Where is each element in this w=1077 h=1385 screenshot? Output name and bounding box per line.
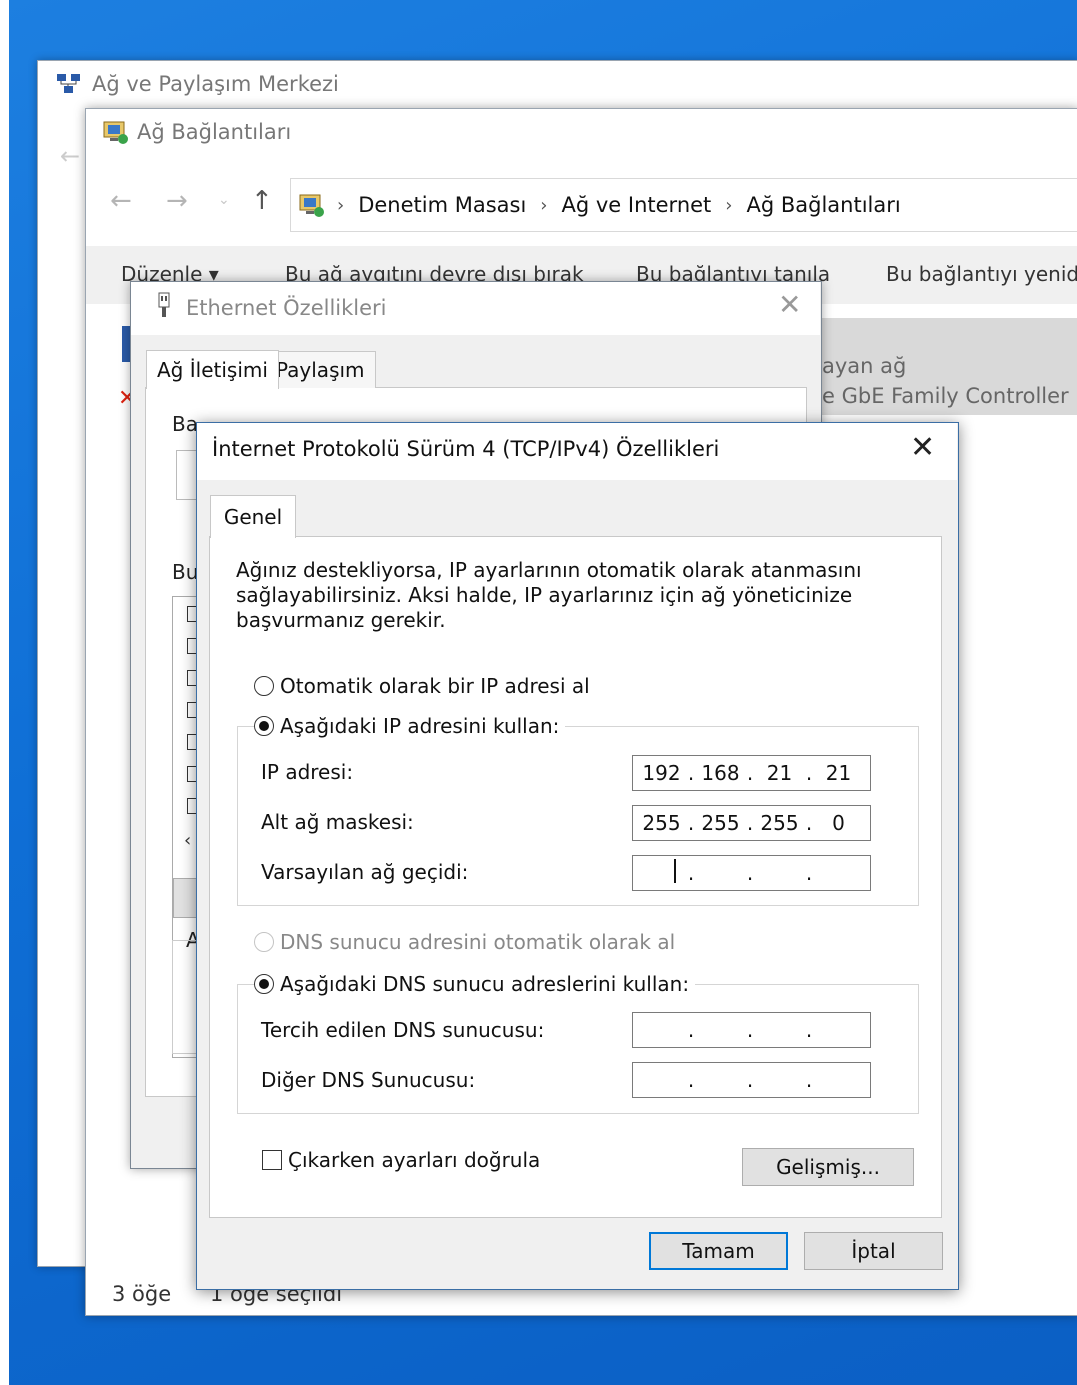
manual-dns-radio[interactable]: [254, 974, 274, 994]
dialog-description: Ağınız destekliyorsa, IP ayarlarının oto…: [236, 558, 862, 632]
validate-settings-option[interactable]: Çıkarken ayarları doğrula: [262, 1148, 546, 1172]
ip-octet: 192: [642, 761, 681, 785]
ip-octet: 21: [766, 761, 793, 785]
nav-forward-icon[interactable]: →: [166, 186, 188, 216]
status-item-count: 3 öğe: [112, 1282, 172, 1306]
network-center-titlebar: Ağ ve Paylaşım Merkezi: [56, 72, 339, 96]
auto-ip-label: Otomatik olarak bir IP adresi al: [280, 674, 590, 698]
tab-sharing[interactable]: Paylaşım: [265, 351, 376, 388]
ip-dot: .: [805, 761, 813, 785]
auto-dns-radio[interactable]: [254, 932, 274, 952]
auto-ip-radio[interactable]: [254, 676, 274, 696]
ethernet-title: Ethernet Özellikleri: [186, 295, 387, 320]
manual-ip-option[interactable]: Aşağıdaki IP adresini kullan:: [254, 714, 566, 738]
breadcrumb-control-panel[interactable]: Denetim Masası: [358, 193, 526, 217]
mask-octet: 255: [760, 811, 799, 835]
ip-octet: 21: [825, 761, 852, 785]
ok-button[interactable]: Tamam: [649, 1232, 788, 1270]
dns-dot: .: [805, 1068, 813, 1092]
dns-dot: .: [746, 1068, 754, 1092]
adapter-field: [176, 450, 198, 500]
dns-dot: .: [805, 1018, 813, 1042]
tab-general[interactable]: Genel: [210, 495, 296, 538]
ip-dot: .: [746, 761, 754, 785]
description-group: [172, 940, 199, 1054]
network-center-icon: [56, 72, 82, 96]
components-label: Bu: [172, 560, 199, 584]
gateway-dot: .: [687, 861, 695, 885]
gateway-label: Varsayılan ağ geçidi:: [261, 860, 469, 884]
dns-dot: .: [687, 1018, 695, 1042]
gateway-dot: .: [805, 861, 813, 885]
manual-ip-label: Aşağıdaki IP adresini kullan:: [280, 714, 560, 738]
dns-dot: .: [746, 1018, 754, 1042]
screen-edge: [0, 0, 9, 1385]
ip-address-field[interactable]: 192. 168. 21. 21: [632, 755, 871, 791]
manual-dns-option[interactable]: Aşağıdaki DNS sunucu adreslerini kullan:: [254, 972, 696, 996]
manual-ip-radio[interactable]: [254, 716, 274, 736]
ethernet-title-row: Ethernet Özellikleri: [156, 292, 387, 323]
connect-using-label: Bağlanırken kullan:: [172, 412, 196, 436]
up-arrow-icon[interactable]: ↑: [251, 186, 273, 216]
cancel-button[interactable]: İptal: [804, 1232, 943, 1270]
ip-dot: .: [687, 761, 695, 785]
scroll-left-icon[interactable]: ‹: [184, 830, 191, 851]
breadcrumb-network-internet[interactable]: Ağ ve Internet: [562, 193, 712, 217]
connections-titlebar: Ağ Bağlantıları: [101, 120, 291, 144]
recent-locations-icon[interactable]: ⌄: [218, 192, 230, 208]
connections-title: Ağ Bağlantıları: [137, 120, 292, 144]
mask-dot: .: [687, 811, 695, 835]
rename-command[interactable]: Bu bağlantıyı yenid: [886, 262, 1077, 286]
address-bar[interactable]: › Denetim Masası › Ağ ve Internet › Ağ B…: [290, 178, 1077, 232]
breadcrumb-network-connections[interactable]: Ağ Bağlantıları: [746, 193, 900, 217]
ip-address-label: IP adresi:: [261, 760, 354, 784]
network-connections-icon: [101, 120, 128, 144]
dialog-title: İnternet Protokolü Sürüm 4 (TCP/IPv4) Öz…: [212, 437, 720, 461]
text-caret: [639, 858, 684, 888]
validate-settings-label: Çıkarken ayarları doğrula: [288, 1148, 541, 1172]
auto-dns-label: DNS sunucu adresini otomatik olarak al: [280, 930, 676, 954]
subnet-mask-field[interactable]: 255. 255. 255. 0: [632, 805, 871, 841]
ethernet-close-icon[interactable]: ✕: [778, 288, 801, 321]
subnet-mask-label: Alt ağ maskesi:: [261, 810, 414, 834]
breadcrumb-chevron-icon: ›: [725, 194, 733, 216]
address-location-icon: [297, 193, 324, 217]
preferred-dns-field[interactable]: . . .: [632, 1012, 871, 1048]
validate-settings-checkbox[interactable]: [262, 1150, 282, 1170]
ip-octet: 168: [701, 761, 740, 785]
preferred-dns-label: Tercih edilen DNS sunucusu:: [261, 1018, 545, 1042]
dns-dot: .: [687, 1068, 695, 1092]
mask-octet: 255: [642, 811, 681, 835]
alternate-dns-field[interactable]: . . .: [632, 1062, 871, 1098]
connection-network-name: ayan ağ: [822, 354, 907, 378]
breadcrumb-chevron-icon: ›: [540, 194, 548, 216]
mask-octet: 0: [832, 811, 845, 835]
gateway-field[interactable]: . . .: [632, 855, 871, 891]
mask-octet: 255: [701, 811, 740, 835]
breadcrumb-chevron-icon: ›: [337, 194, 345, 216]
network-center-title: Ağ ve Paylaşım Merkezi: [92, 72, 339, 96]
mask-dot: .: [746, 811, 754, 835]
ethernet-plug-icon: [156, 292, 172, 323]
tab-networking[interactable]: Ağ İletişimi: [146, 350, 279, 389]
back-arrow-icon[interactable]: ←: [60, 142, 80, 170]
gateway-dot: .: [746, 861, 754, 885]
advanced-button[interactable]: Gelişmiş...: [742, 1148, 914, 1186]
manual-dns-label: Aşağıdaki DNS sunucu adreslerini kullan:: [280, 972, 690, 996]
connection-adapter-name: e GbE Family Controller: [822, 384, 1069, 408]
auto-ip-option[interactable]: Otomatik olarak bir IP adresi al: [254, 674, 596, 698]
nav-back-icon[interactable]: ←: [110, 186, 132, 216]
dialog-close-icon[interactable]: ✕: [910, 430, 935, 465]
mask-dot: .: [805, 811, 813, 835]
auto-dns-option[interactable]: DNS sunucu adresini otomatik olarak al: [254, 930, 682, 954]
alternate-dns-label: Diğer DNS Sunucusu:: [261, 1068, 476, 1092]
